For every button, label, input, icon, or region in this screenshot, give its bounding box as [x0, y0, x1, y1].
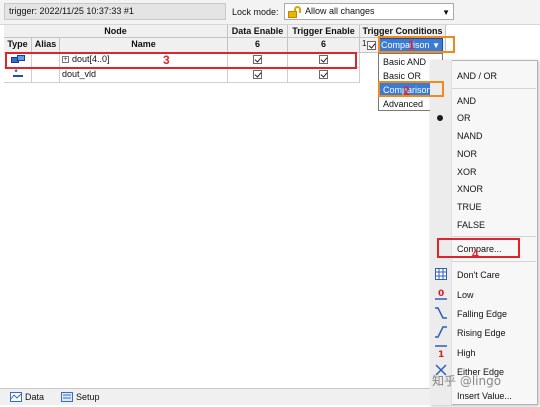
header-alias[interactable]: Alias: [32, 38, 60, 53]
tab-setup-label: Setup: [76, 392, 100, 402]
signal-icon: *: [12, 69, 24, 80]
menu-separator: [452, 88, 536, 89]
annotation-box-row: [5, 52, 357, 69]
condition-enable-checkbox[interactable]: [367, 41, 376, 51]
chevron-down-icon: ▼: [442, 8, 450, 17]
menu-item-xor[interactable]: XOR: [457, 164, 477, 180]
menu-item-xnor[interactable]: XNOR: [457, 181, 483, 197]
dont-care-icon: [434, 268, 447, 281]
header-data-enable[interactable]: Data Enable: [228, 25, 288, 38]
rising-edge-icon: [434, 326, 447, 339]
menu-separator: [452, 236, 536, 237]
menu-item-false[interactable]: FALSE: [457, 217, 485, 233]
low-icon: 0: [434, 287, 447, 300]
data-tab-icon: [10, 392, 22, 402]
unlock-icon: [288, 5, 302, 18]
trigger-label: trigger: 2022/11/25 10:37:33 #1: [4, 3, 226, 20]
high-icon: 1: [434, 345, 447, 360]
lock-mode-label: Lock mode:: [232, 7, 279, 17]
data-enable-count: 6: [228, 38, 288, 53]
menu-item-dont-care[interactable]: Don't Care: [457, 267, 500, 283]
menu-item-or[interactable]: OR: [457, 110, 471, 126]
menu-item-insert-value[interactable]: Insert Value...: [457, 388, 512, 404]
annotation-number: 3: [163, 53, 170, 67]
menu-item-and-or[interactable]: AND / OR: [457, 68, 497, 84]
annotation-box-combo: [378, 36, 455, 53]
svg-text:0: 0: [438, 289, 444, 299]
trigger-enable-count: 6: [288, 38, 360, 53]
lock-mode-value: Allow all changes: [305, 6, 375, 16]
tab-setup[interactable]: Setup: [59, 390, 100, 405]
trigger-enable-checkbox[interactable]: [319, 70, 328, 80]
menu-item-low[interactable]: Low: [457, 287, 474, 303]
annotation-number: 2: [403, 84, 410, 98]
menu-item-rising-edge[interactable]: Rising Edge: [457, 325, 506, 341]
header-name[interactable]: Name: [60, 38, 228, 53]
menu-item-high[interactable]: High: [457, 345, 476, 361]
menu-item-and[interactable]: AND: [457, 93, 476, 109]
selected-dot-icon: [437, 115, 443, 121]
row-alias-cell: [32, 68, 60, 83]
menu-item-falling-edge[interactable]: Falling Edge: [457, 306, 507, 322]
setup-tab-icon: [61, 392, 73, 402]
svg-text:1: 1: [438, 350, 444, 358]
menu-item-nand[interactable]: NAND: [457, 128, 483, 144]
condition-index: 1: [362, 39, 367, 48]
annotation-box-comparison: [378, 81, 444, 97]
annotation-number: 1: [408, 38, 415, 52]
menu-item-true[interactable]: TRUE: [457, 199, 482, 215]
tab-data-label: Data: [25, 392, 45, 402]
node-name: dout_vld: [62, 69, 97, 79]
lock-mode-select[interactable]: Allow all changes ▼: [284, 3, 454, 20]
header-type[interactable]: Type: [4, 38, 32, 53]
row-type-cell: *: [4, 68, 32, 83]
menu-separator: [452, 261, 536, 262]
table-row[interactable]: dout_vld: [60, 68, 228, 83]
annotation-number: 4: [472, 247, 479, 261]
data-enable-checkbox[interactable]: [253, 70, 262, 80]
header-node: Node: [4, 25, 228, 38]
tab-data[interactable]: Data: [8, 390, 44, 405]
header-trigger-enable[interactable]: Trigger Enable: [288, 25, 360, 38]
watermark: 知乎 @lingo: [432, 374, 502, 388]
falling-edge-icon: [434, 307, 447, 320]
menu-item-nor[interactable]: NOR: [457, 146, 477, 162]
trigger-enable-cell: [288, 68, 360, 83]
data-enable-cell: [228, 68, 288, 83]
